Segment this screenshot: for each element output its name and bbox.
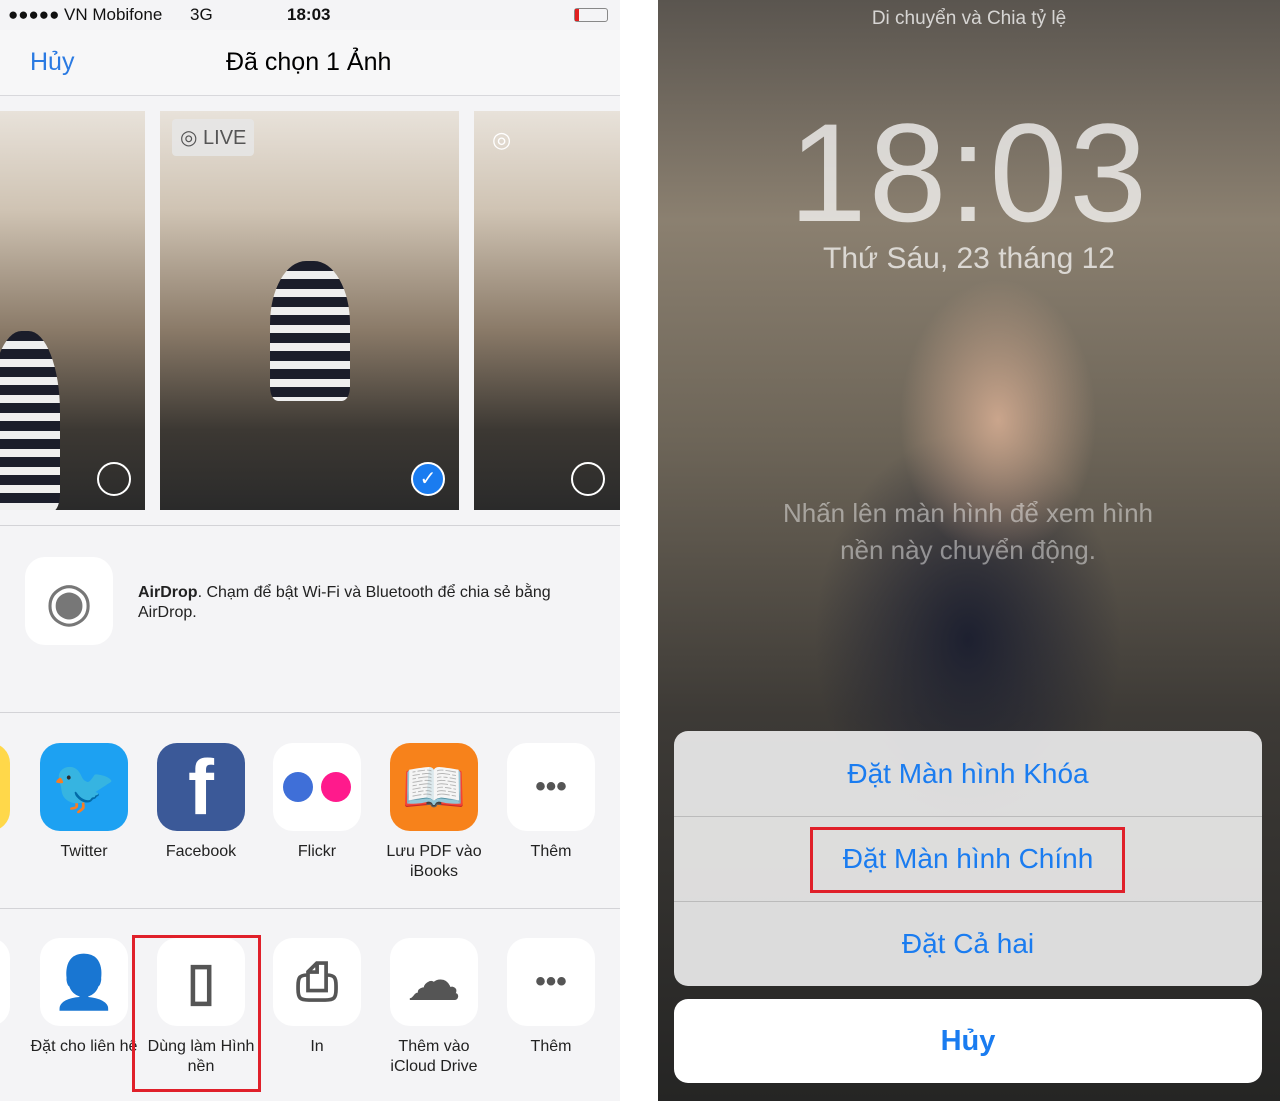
lock-date: Thứ Sáu, 23 tháng 12 [823,242,1115,275]
nav-bar: Hủy Đã chọn 1 Ảnh [0,30,620,96]
hint-text: Nhấn lên màn hình để xem hình nền này ch… [782,498,1154,565]
live-badge: ◎ LIVE [172,119,255,156]
action-label: Thêm [530,1038,572,1055]
action-label: Đặt cho liên hệ [30,1038,138,1055]
sheet-cancel-button[interactable]: Hủy [674,999,1262,1083]
twitter-icon[interactable]: 🐦 [40,743,128,831]
lock-clock: 18:03 [788,94,1150,251]
more-icon[interactable]: ••• [507,938,595,1026]
wallpaper-preview-screen[interactable]: Di chuyển và Chia tỷ lệ 18:03 Thứ Sáu, 2… [658,0,1280,1101]
partial-action-icon[interactable] [0,938,10,1026]
flickr-icon[interactable] [273,743,361,831]
set-both-button[interactable]: Đặt Cả hai [674,901,1262,986]
highlight-box [810,827,1125,893]
app-label: Facebook [165,843,237,860]
divider [0,525,620,526]
photo-thumbnail[interactable]: ◎ [474,111,620,510]
highlight-box [132,935,261,1092]
more-icon[interactable]: ••• [507,743,595,831]
nav-title: Đã chọn 1 Ảnh [226,48,392,76]
notes-icon[interactable] [0,743,10,831]
facebook-icon[interactable]: f [157,743,245,831]
cancel-button[interactable]: Hủy [30,48,74,77]
status-bar: ●●●●● VN Mobifone 3G 18:03 [0,0,620,30]
divider [0,712,620,713]
share-sheet-screen: ●●●●● VN Mobifone 3G 18:03 Hủy Đã chọn 1… [0,0,620,1101]
live-icon: ◎ [492,127,512,152]
photo-thumbnail[interactable] [0,111,145,510]
mode-label: Di chuyển và Chia tỷ lệ [871,8,1067,29]
action-sheet: Đặt Màn hình Khóa Đặt Màn hình Chính Đặt… [658,731,1280,986]
set-lock-screen-button[interactable]: Đặt Màn hình Khóa [674,731,1262,816]
network-type: 3G [190,5,213,24]
carrier: VN Mobifone [64,5,163,24]
app-label: Flickr [297,843,337,860]
ibooks-icon[interactable]: 📖 [390,743,478,831]
app-label: Lưu PDF vào iBooks [386,843,482,880]
unselected-circle[interactable] [571,462,605,496]
airdrop-description: AirDrop. Chạm để bật Wi-Fi và Bluetooth … [138,584,551,621]
flickr-blue-dot [283,772,313,802]
action-label: In [310,1038,324,1055]
app-label: Thêm [530,843,572,860]
printer-icon[interactable]: ⎙ [273,938,361,1026]
battery-icon [574,8,608,22]
flickr-pink-dot [321,772,351,802]
action-label: Thêm vào iCloud Drive [390,1038,478,1075]
clock: 18:03 [287,5,331,24]
contact-icon[interactable]: 👤 [40,938,128,1026]
selected-check-icon[interactable]: ✓ [411,462,445,496]
unselected-circle[interactable] [97,462,131,496]
signal-dots: ●●●●● [8,5,60,24]
divider [0,908,620,909]
photo-thumbnail-selected[interactable]: ◎ LIVE ✓ [160,111,459,510]
airdrop-icon[interactable]: ◉ [25,557,113,645]
app-label: Twitter [60,843,108,860]
icloud-upload-icon[interactable]: ☁ [390,938,478,1026]
